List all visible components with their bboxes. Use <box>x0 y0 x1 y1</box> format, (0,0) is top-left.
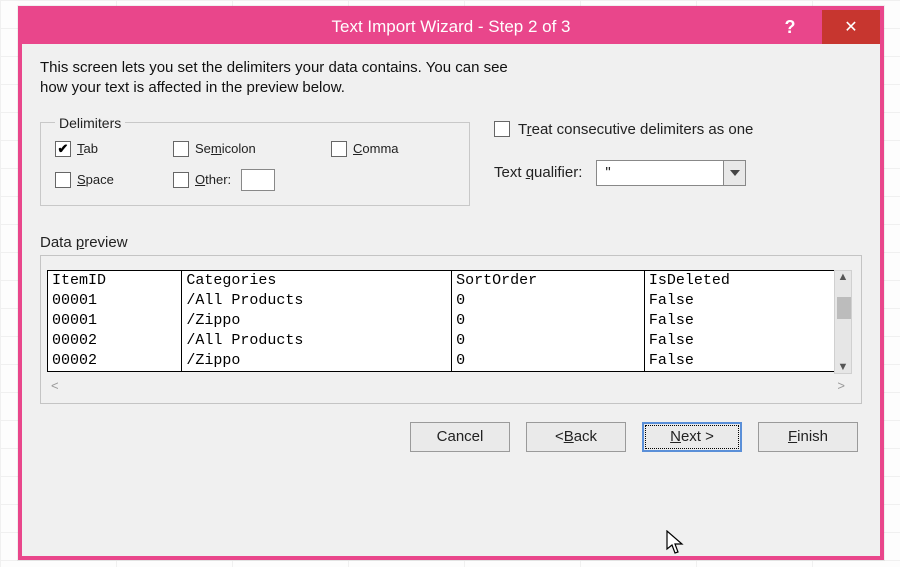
close-button[interactable]: ✕ <box>822 10 880 44</box>
data-preview-panel: ItemID Categories SortOrder IsDeleted 00… <box>40 255 862 404</box>
label-space: Space <box>77 172 114 187</box>
checkbox-space[interactable] <box>55 172 71 188</box>
help-button[interactable]: ? <box>770 10 810 44</box>
delimiter-semicolon[interactable]: Semicolon <box>173 141 323 157</box>
data-preview-label: Data preview <box>40 234 862 251</box>
label-text-qualifier: Text qualifier: <box>494 164 582 181</box>
col-header: Categories <box>182 271 452 291</box>
table-row: 00001 /All Products 0 False <box>48 291 836 311</box>
intro-line-2: how your text is affected in the preview… <box>40 79 345 96</box>
delimiter-space[interactable]: Space <box>55 172 165 188</box>
back-button[interactable]: < Back <box>526 422 626 452</box>
label-semicolon: Semicolon <box>195 141 256 156</box>
col-header: IsDeleted <box>644 271 836 291</box>
table-row: 00002 /All Products 0 False <box>48 331 836 351</box>
text-qualifier-select[interactable]: " <box>596 160 746 186</box>
scroll-down-icon[interactable]: ▼ <box>838 361 849 373</box>
label-other: Other: <box>195 172 231 187</box>
label-treat-consecutive: Treat consecutive delimiters as one <box>518 121 753 138</box>
scroll-right-icon[interactable]: > <box>837 378 845 393</box>
scroll-thumb[interactable] <box>837 297 851 319</box>
dialog-title: Text Import Wizard - Step 2 of 3 <box>22 17 880 37</box>
scroll-up-icon[interactable]: ▲ <box>838 271 849 283</box>
other-delimiter-input[interactable] <box>241 169 275 191</box>
table-row: ItemID Categories SortOrder IsDeleted <box>48 271 836 291</box>
checkbox-semicolon[interactable] <box>173 141 189 157</box>
delimiters-group: Delimiters Tab Semicolon Comma <box>40 115 470 206</box>
checkbox-comma[interactable] <box>331 141 347 157</box>
titlebar: Text Import Wizard - Step 2 of 3 ? ✕ <box>22 10 880 44</box>
label-tab: Tab <box>77 141 98 156</box>
table-row: 00001 /Zippo 0 False <box>48 311 836 331</box>
checkbox-tab[interactable] <box>55 141 71 157</box>
intro-line-1: This screen lets you set the delimiters … <box>40 59 508 76</box>
data-preview-table: ItemID Categories SortOrder IsDeleted 00… <box>48 271 836 371</box>
delimiters-legend: Delimiters <box>55 115 125 131</box>
checkbox-other[interactable] <box>173 172 189 188</box>
text-qualifier-value: " <box>597 164 610 181</box>
horizontal-scrollbar[interactable]: < > <box>47 372 849 393</box>
treat-consecutive[interactable]: Treat consecutive delimiters as one <box>494 121 862 138</box>
delimiter-tab[interactable]: Tab <box>55 141 165 157</box>
col-header: SortOrder <box>452 271 645 291</box>
text-import-wizard-dialog: Text Import Wizard - Step 2 of 3 ? ✕ Thi… <box>18 6 884 560</box>
intro-text: This screen lets you set the delimiters … <box>40 58 862 99</box>
table-row: 00002 /Zippo 0 False <box>48 351 836 371</box>
vertical-scrollbar[interactable]: ▲ ▼ <box>834 270 852 374</box>
data-preview-table-wrap: ItemID Categories SortOrder IsDeleted 00… <box>47 270 837 372</box>
scroll-left-icon[interactable]: < <box>51 378 59 393</box>
finish-button[interactable]: Finish <box>758 422 858 452</box>
label-comma: Comma <box>353 141 399 156</box>
chevron-down-icon <box>723 161 745 185</box>
delimiter-other[interactable]: Other: <box>173 169 323 191</box>
col-header: ItemID <box>48 271 182 291</box>
delimiter-comma[interactable]: Comma <box>331 141 441 157</box>
next-button[interactable]: Next > <box>642 422 742 452</box>
checkbox-treat-consecutive[interactable] <box>494 121 510 137</box>
cancel-button[interactable]: Cancel <box>410 422 510 452</box>
